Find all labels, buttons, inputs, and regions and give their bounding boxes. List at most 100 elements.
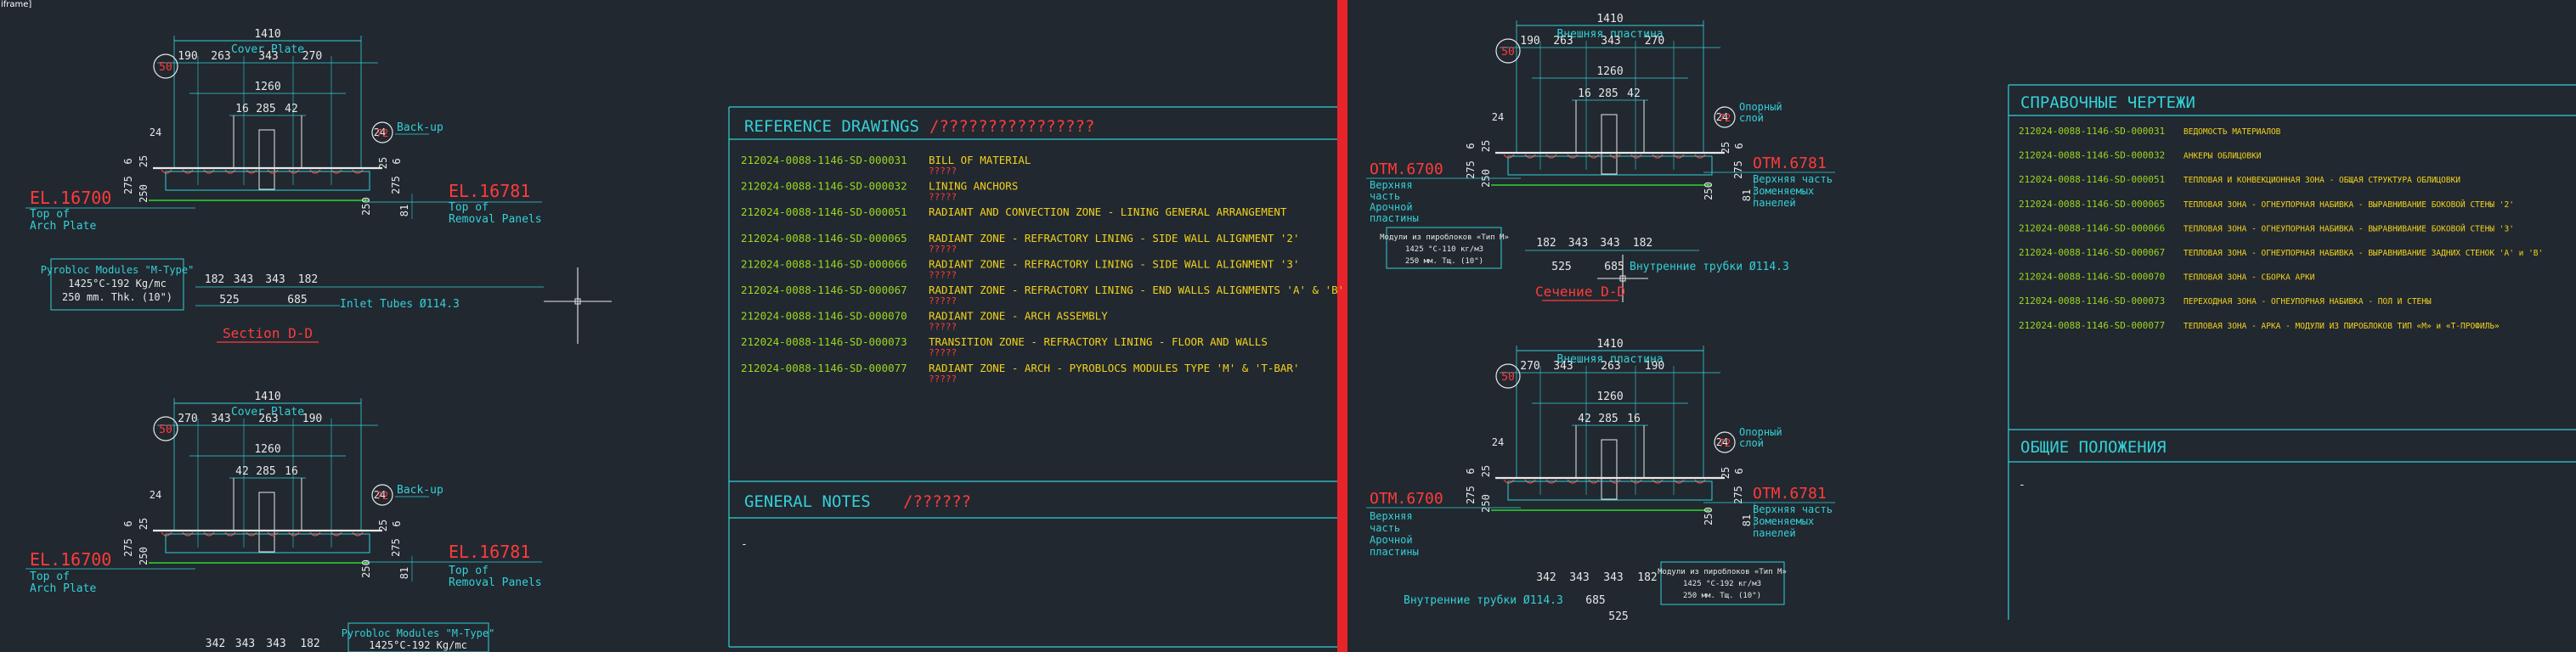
callout-number: 50: [1501, 371, 1515, 384]
vdim-275: 275: [1465, 486, 1477, 504]
ref-name: RADIANT AND CONVECTION ZONE - LINING GEN…: [929, 205, 1287, 218]
otm-right: ОТМ.6781: [1753, 155, 1827, 172]
right-label-1: Top of: [449, 201, 489, 214]
right-label-2: Removal Panels: [449, 213, 542, 226]
r-left-3b: Арочной: [1370, 534, 1413, 546]
r-right-3b: панелей: [1753, 527, 1796, 539]
support-label-2: слой: [1739, 437, 1764, 449]
r-dim-bottom2-0: 525: [1551, 261, 1571, 273]
module-layer: [1507, 481, 1713, 501]
vdim-275: 275: [122, 176, 134, 194]
dim-mid: 1260: [254, 81, 280, 93]
r-ref-code: 212024-0088-1146-SD-000070: [2019, 272, 2165, 283]
vdim-6: 6: [122, 158, 134, 164]
dim-side-24: 24: [1492, 436, 1504, 448]
dim-bottom-0: 182: [205, 273, 224, 286]
ref-sub: ?????: [929, 166, 957, 177]
r-ref-name: ТЕПЛОВАЯ ЗОНА - ОГНЕУПОРНАЯ НАБИВКА - ВЫ…: [2183, 223, 2514, 233]
r-left-4b: пластины: [1370, 546, 1419, 558]
dim-top-2: 343: [258, 50, 278, 63]
ref-sub: ?????: [929, 322, 957, 333]
ref-name: RADIANT ZONE - REFRACTORY LINING - SIDE …: [929, 257, 1300, 270]
r-right-1: Верхняя часть: [1753, 173, 1833, 185]
r-left-1b: Верхняя: [1370, 510, 1413, 522]
elevation-right: EL.16781: [449, 181, 530, 201]
elevation-left-2: EL.16700: [30, 549, 111, 570]
r-note-2: 1425 °C-110 кг/м3: [1405, 245, 1483, 254]
module-layer: [165, 533, 370, 554]
dim-top-1: 343: [211, 413, 230, 425]
inlet-tubes-label: Inlet Tubes Ø114.3: [340, 298, 460, 311]
otm-left-2: ОТМ.6700: [1370, 490, 1443, 508]
support-label-1: Опорный: [1739, 426, 1782, 438]
r-ref-code: 212024-0088-1146-SD-000051: [2019, 174, 2165, 185]
dim-mid: 1260: [1596, 391, 1623, 403]
ref-name: BILL OF MATERIAL: [929, 154, 1031, 166]
ref-name: RADIANT ZONE - ARCH ASSEMBLY: [929, 310, 1108, 323]
left-label-2b: Arch Plate: [30, 582, 96, 595]
dim-inner-2: 16: [1627, 413, 1641, 425]
callout-number: 50: [1501, 46, 1515, 59]
ref-name: RADIANT ZONE - REFRACTORY LINING - END W…: [929, 284, 1344, 296]
ref-title: REFERENCE DRAWINGS: [744, 117, 919, 136]
anchor-stud: [1601, 114, 1618, 175]
dim-bottom-b-1: 343: [235, 638, 255, 650]
callout-number: 72: [1719, 437, 1731, 449]
otm-right-2: ОТМ.6781: [1753, 485, 1827, 503]
vdim-25: 25: [138, 518, 150, 530]
dim-top-1: 263: [1553, 35, 1573, 48]
dim-overall: 1410: [254, 28, 280, 41]
r-left-1: Верхняя: [1370, 179, 1413, 191]
vdim-r-25: 25: [377, 520, 389, 531]
dim-mid: 1260: [254, 443, 280, 456]
r-ref-name: ТЕПЛОВАЯ И КОНВЕКЦИОННАЯ ЗОНА - ОБЩАЯ СТ…: [2183, 176, 2460, 185]
ref-sub: ?????: [929, 295, 957, 306]
vdim-r-250: 250: [1703, 507, 1715, 526]
dim-inner-0: 42: [235, 465, 249, 478]
r-ref-code: 212024-0088-1146-SD-000067: [2019, 247, 2165, 258]
ref-name: RADIANT ZONE - ARCH - PYROBLOCS MODULES …: [929, 362, 1300, 374]
anchor-stud: [258, 492, 275, 553]
r-ref-name: ПЕРЕХОДНАЯ ЗОНА - ОГНЕУПОРНАЯ НАБИВКА - …: [2183, 297, 2432, 306]
r-note-1: Модули из пироблоков «Тип M»: [1380, 233, 1509, 242]
dim-bottom-1: 343: [234, 273, 253, 286]
dim-top-3: 270: [302, 50, 322, 63]
r-ref-code: 212024-0088-1146-SD-000066: [2019, 222, 2165, 233]
ref-name: TRANSITION ZONE - REFRACTORY LINING - FL…: [929, 335, 1268, 348]
vdim-r-25: 25: [1720, 142, 1731, 154]
r-tubes-label-2: Внутренние трубки Ø114.3: [1404, 594, 1563, 607]
r-dim-bottom-2: 343: [1600, 237, 1619, 250]
dim-bottom-b-3: 182: [300, 638, 319, 650]
section-title: Section D-D: [223, 325, 313, 341]
r-ref-name: ТЕПЛОВАЯ ЗОНА - ОГНЕУПОРНАЯ НАБИВКА - ВЫ…: [2183, 249, 2543, 258]
left-label-2: Arch Plate: [30, 220, 96, 233]
module-note-1: Pyrobloc Modules "M-Type": [41, 264, 195, 276]
r-ref-code: 212024-0088-1146-SD-000065: [2019, 199, 2165, 210]
dim-overall: 1410: [1596, 13, 1623, 25]
dim-inner-0: 16: [1578, 87, 1591, 100]
callout-number: 50: [159, 424, 172, 436]
r-ref-code: 212024-0088-1146-SD-000031: [2019, 126, 2165, 137]
dim-bottom-b-0: 342: [206, 638, 225, 650]
general-notes-item: -: [741, 538, 748, 551]
dim-bottom-3: 182: [298, 273, 318, 286]
r-right-2: Зоменяемых: [1753, 185, 1814, 197]
dim-bottom2-1: 685: [287, 294, 307, 306]
r-note-3b: 250 мм. Тщ. (10"): [1683, 592, 1761, 600]
vdim-r-25: 25: [1720, 467, 1731, 479]
dim-top-1: 263: [211, 50, 230, 63]
r-dim-bottom2-b0: 685: [1585, 594, 1605, 607]
ref-sub: ?????: [929, 347, 957, 358]
dim-side-24: 24: [1492, 111, 1504, 123]
vdim-6: 6: [1465, 468, 1477, 474]
general-notes-title: GENERAL NOTES: [744, 492, 871, 511]
vdim-r-275: 275: [390, 538, 402, 557]
r-ref-title: СПРАВОЧНЫЕ ЧЕРТЕЖИ: [2020, 93, 2195, 112]
cad-canvas[interactable]: 1410Cover Plate190 263 343 27050126016 285 42…: [0, 0, 2576, 652]
dim-top-3: 190: [302, 413, 322, 425]
dim-inner-2: 16: [285, 465, 298, 478]
dim-top-3: 270: [1645, 35, 1664, 48]
elevation-left: EL.16700: [30, 188, 111, 208]
ref-code: 212024-0088-1146-SD-000077: [741, 362, 907, 374]
dim-top-2: 263: [1601, 360, 1620, 373]
